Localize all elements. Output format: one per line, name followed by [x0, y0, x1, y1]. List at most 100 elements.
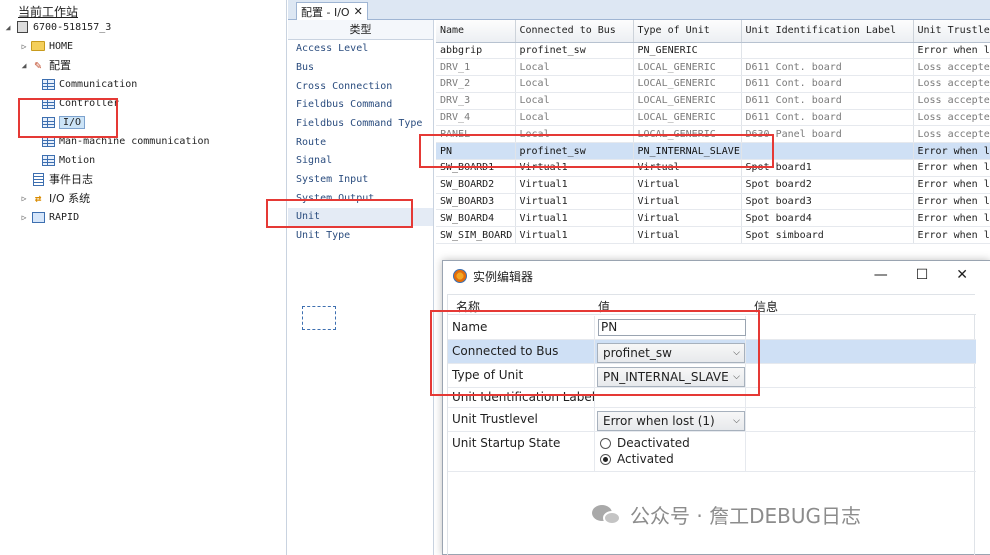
radio-deactivated[interactable]: Deactivated: [600, 436, 690, 450]
tree-item-communication[interactable]: Communication: [40, 75, 137, 93]
cell: Loss accepted: [913, 75, 990, 93]
type-item-unit[interactable]: Unit: [288, 208, 433, 226]
type-item-fieldbus-command-type[interactable]: Fieldbus Command Type: [296, 115, 422, 133]
folder-icon: [30, 39, 46, 53]
type-item-access-level[interactable]: Access Level: [296, 40, 368, 58]
cell: Loss accepted: [913, 109, 990, 127]
maximize-icon[interactable]: ☐: [916, 267, 929, 283]
column-header-type[interactable]: Type of Unit: [633, 20, 742, 43]
table-row[interactable]: abbgrip profinet_sw PN_GENERIC Error when l…: [436, 42, 990, 60]
table-row[interactable]: DRV_4 Local LOCAL_GENERIC D611 Cont. board L…: [436, 109, 990, 127]
close-icon[interactable]: ✕: [354, 5, 363, 18]
cell: Virtual: [633, 193, 742, 211]
collapse-arrow-icon[interactable]: ◢: [2, 23, 14, 32]
minimize-icon[interactable]: —: [874, 267, 888, 283]
tree-item-motion[interactable]: Motion: [40, 151, 95, 169]
cell: Error when lost: [913, 159, 990, 177]
tree-item-controller-config[interactable]: Controller: [40, 94, 119, 112]
close-icon[interactable]: ✕: [956, 267, 968, 283]
cell: profinet_sw: [515, 42, 634, 60]
cell: Virtual1: [515, 209, 634, 228]
expand-arrow-icon[interactable]: ▷: [18, 213, 30, 222]
column-header-name[interactable]: Name: [436, 20, 516, 43]
cell: Spot board1: [741, 159, 914, 177]
tree-item-controller[interactable]: ◢ 6700-518157_3: [2, 18, 111, 36]
cell: SW_BOARD2: [436, 176, 516, 194]
rapid-icon: [30, 210, 46, 224]
cell: Error when lost: [913, 42, 990, 60]
cell: Virtual1: [515, 193, 634, 211]
cell: PN: [436, 142, 516, 161]
tree-item-rapid[interactable]: ▷ RAPID: [18, 208, 79, 226]
table-row[interactable]: SW_SIM_BOARD Virtual1 Virtual Spot simboard…: [436, 226, 990, 245]
type-select[interactable]: PN_INTERNAL_SLAVE ⌵: [597, 367, 745, 387]
table-row[interactable]: PANEL Local LOCAL_GENERIC D630 Panel board L…: [436, 125, 990, 144]
type-item-bus[interactable]: Bus: [296, 59, 314, 77]
cell: Virtual1: [515, 226, 634, 245]
type-item-signal[interactable]: Signal: [296, 152, 332, 170]
table-row[interactable]: SW_BOARD2 Virtual1 Virtual Spot board2 Error…: [436, 176, 990, 194]
trust-select-value: Error when lost (1): [603, 414, 715, 428]
column-header-trust[interactable]: Unit Trustlevel: [913, 20, 990, 43]
cell: Loss accepted: [913, 125, 990, 144]
table-row[interactable]: SW_BOARD4 Virtual1 Virtual Spot board4 Error…: [436, 209, 990, 228]
cell: profinet_sw: [515, 142, 634, 161]
cell: Loss accepted: [913, 92, 990, 110]
cell: DRV_3: [436, 92, 516, 110]
ident-value-cell[interactable]: [594, 388, 746, 407]
document-tabstrip: 配置 - I/O ✕: [288, 0, 990, 20]
expand-arrow-icon[interactable]: ▷: [18, 42, 30, 51]
trust-select[interactable]: Error when lost (1) ⌵: [597, 411, 745, 431]
tree-item-man-machine[interactable]: Man-machine communication: [40, 132, 210, 150]
table-header-row: Name Connected to Bus Type of Unit Unit …: [436, 20, 990, 43]
cell: Virtual: [633, 209, 742, 228]
column-header-ident[interactable]: Unit Identification Label: [741, 20, 914, 43]
name-input[interactable]: PN: [598, 319, 746, 336]
radio-activated[interactable]: Activated: [600, 452, 674, 466]
grid-icon: [40, 77, 56, 91]
type-item-cross-connection[interactable]: Cross Connection: [296, 78, 392, 96]
tree-item-label: I/O 系统: [49, 192, 91, 205]
tree-item-home[interactable]: ▷ HOME: [18, 37, 74, 55]
table-row-selected[interactable]: PN profinet_sw PN_INTERNAL_SLAVE Error when…: [436, 142, 990, 161]
tree-item-config[interactable]: ◢ ✎ 配置: [18, 56, 71, 74]
expand-arrow-icon[interactable]: ▷: [18, 194, 30, 203]
tree-item-io[interactable]: I/O: [40, 113, 86, 131]
controller-icon: [14, 20, 30, 34]
table-row[interactable]: DRV_3 Local LOCAL_GENERIC D611 Cont. board L…: [436, 92, 990, 110]
cell: DRV_2: [436, 75, 516, 93]
property-row-ident: Unit Identification Label: [448, 388, 976, 408]
watermark-text: 公众号 · 詹工DEBUG日志: [630, 504, 861, 528]
tree-item-event-log[interactable]: 事件日志: [18, 170, 93, 188]
cell: Local: [515, 109, 634, 127]
cell: Error when lost: [913, 176, 990, 194]
type-item-system-input[interactable]: System Input: [296, 171, 368, 189]
property-label: Unit Identification Label: [452, 390, 596, 404]
column-header-bus[interactable]: Connected to Bus: [515, 20, 634, 43]
cell: SW_BOARD3: [436, 193, 516, 211]
table-row[interactable]: SW_BOARD3 Virtual1 Virtual Spot board3 Error…: [436, 193, 990, 211]
cell: Local: [515, 75, 634, 93]
table-row[interactable]: DRV_2 Local LOCAL_GENERIC D611 Cont. board L…: [436, 75, 990, 93]
type-item-system-output[interactable]: System Output: [296, 190, 374, 208]
cell: [741, 42, 914, 60]
collapse-arrow-icon[interactable]: ◢: [18, 61, 30, 70]
type-item-unit-type[interactable]: Unit Type: [296, 227, 350, 245]
config-wrench-icon: ✎: [34, 58, 42, 72]
info-cell-focus[interactable]: [302, 306, 336, 330]
type-item-route[interactable]: Route: [296, 134, 326, 152]
bus-select[interactable]: profinet_sw ⌵: [597, 343, 745, 363]
type-item-fieldbus-command[interactable]: Fieldbus Command: [296, 96, 392, 114]
table-row[interactable]: DRV_1 Local LOCAL_GENERIC D611 Cont. board L…: [436, 58, 990, 77]
cell: LOCAL_GENERIC: [633, 109, 742, 127]
cell: Loss accepted: [913, 58, 990, 77]
tree-item-io-system[interactable]: ▷ ⇄ I/O 系统: [18, 189, 91, 207]
grid-icon: [40, 134, 56, 148]
tree-item-label: Motion: [59, 154, 96, 166]
tree-item-label: 配置: [49, 59, 71, 72]
column-header-info: 信息: [754, 300, 779, 314]
table-row[interactable]: SW_BOARD1 Virtual1 Virtual Spot board1 Error…: [436, 159, 990, 177]
property-label: Type of Unit: [452, 368, 524, 382]
cell: D611 Cont. board: [741, 109, 914, 127]
tab-config-io[interactable]: 配置 - I/O ✕: [296, 2, 368, 20]
